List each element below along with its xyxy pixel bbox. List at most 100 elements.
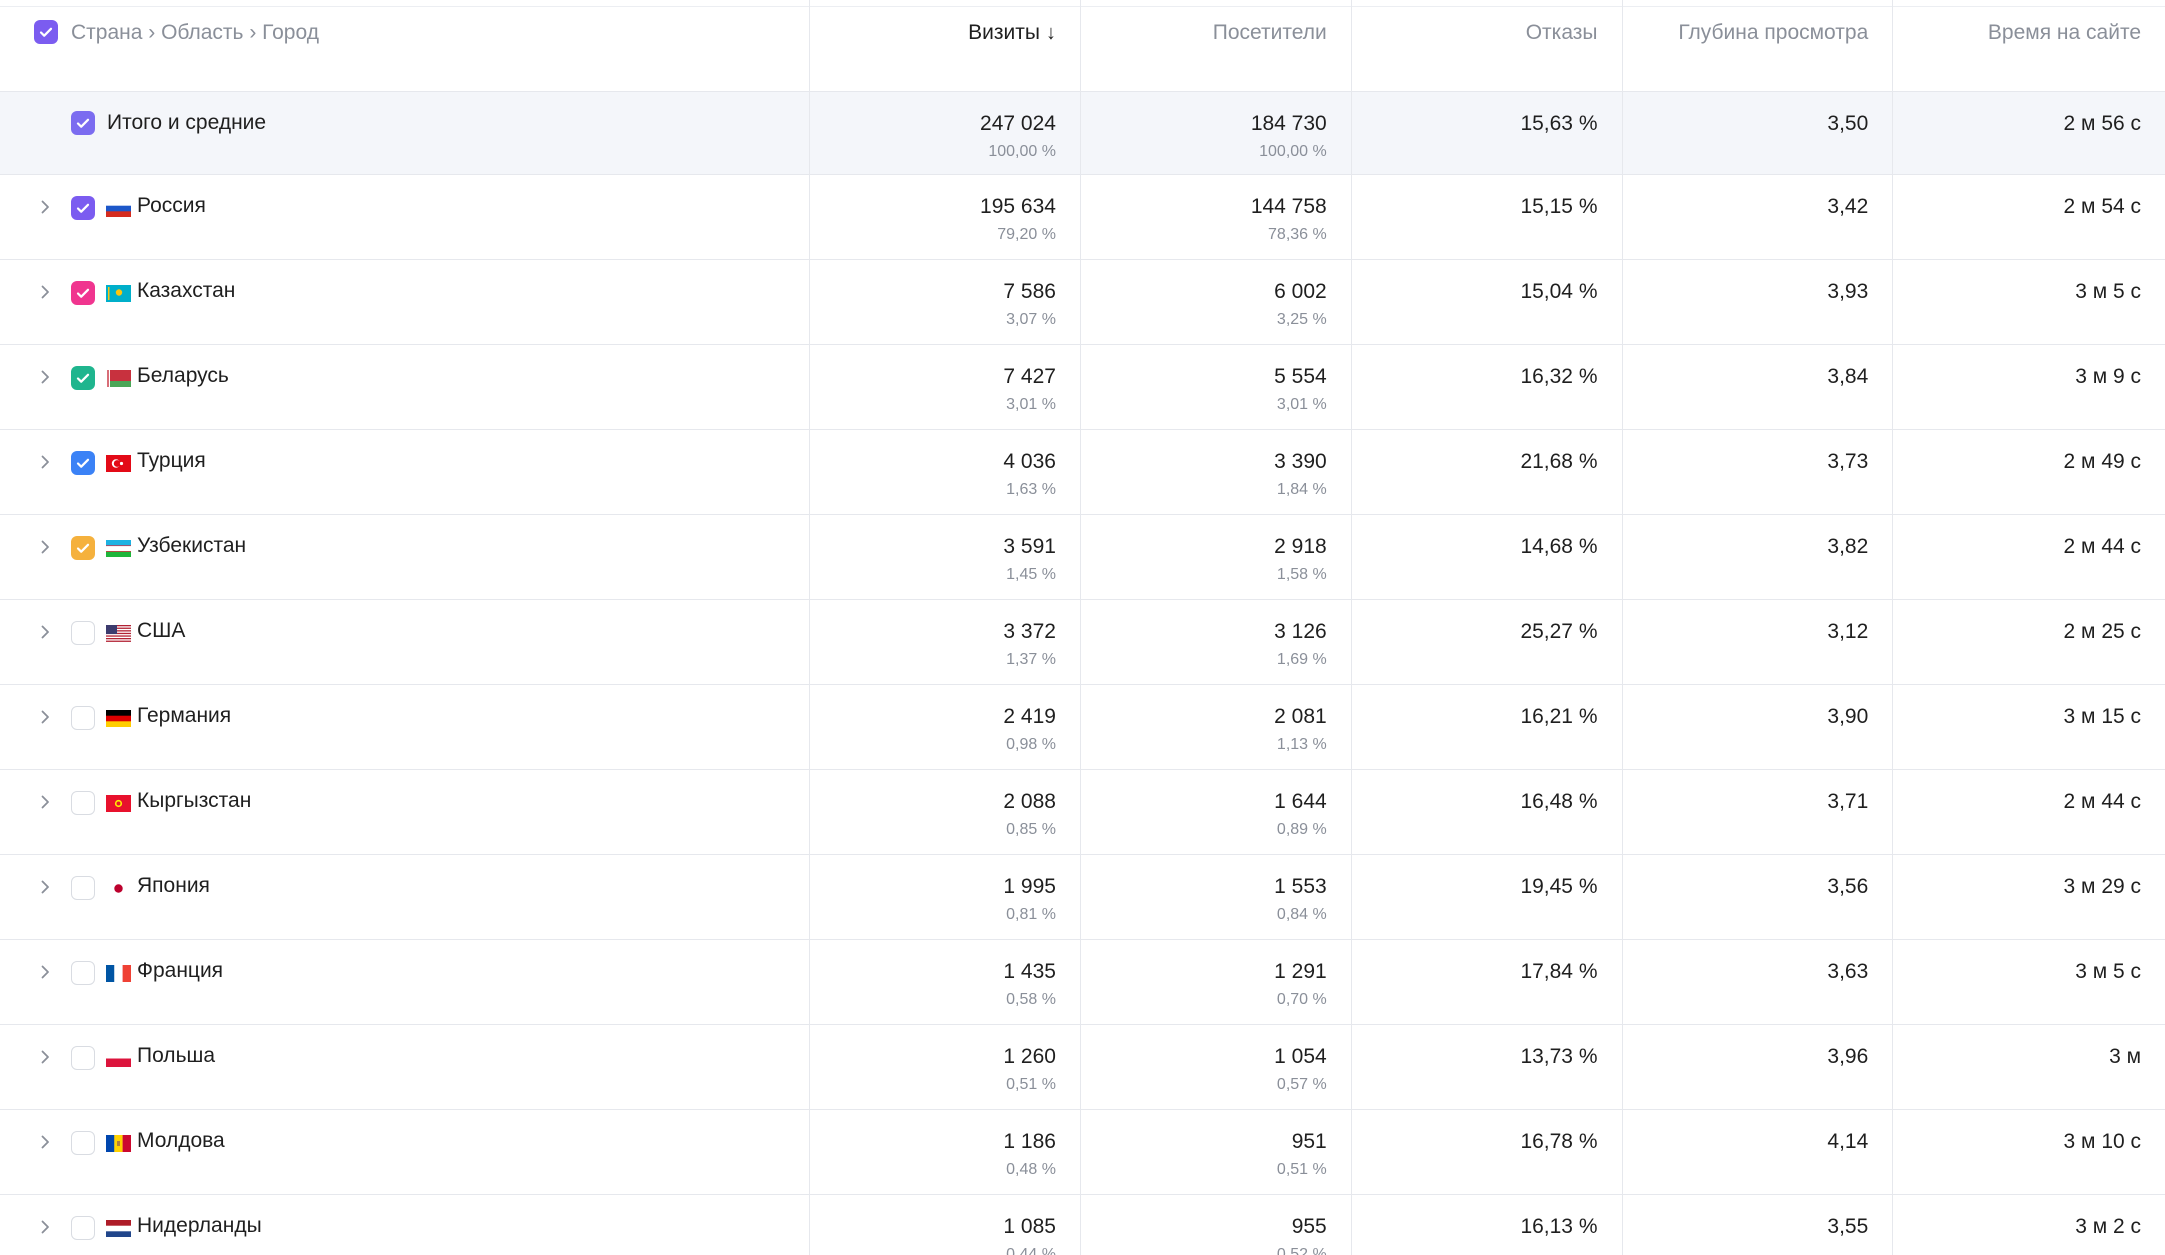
row-checkbox[interactable] — [71, 621, 95, 645]
expand-row-button[interactable] — [36, 878, 56, 898]
table-row[interactable]: Казахстан 7 586 3,07 % 6 002 3,25 % 15,0… — [0, 260, 2165, 345]
visitors-cell: 2 918 1,58 % — [1081, 515, 1352, 599]
time-value: 2 м 56 с — [2063, 112, 2142, 135]
grouping-breadcrumb[interactable]: Страна › Область › Город — [71, 21, 319, 45]
bounce-value: 21,68 % — [1520, 450, 1598, 473]
expand-row-button[interactable] — [36, 1133, 56, 1153]
checkbox-box — [71, 1216, 95, 1240]
chevron-right-icon — [41, 1050, 49, 1064]
table-row[interactable]: Россия 195 634 79,20 % 144 758 78,36 % 1… — [0, 175, 2165, 260]
expand-row-button[interactable] — [36, 963, 56, 983]
row-label[interactable]: Россия — [137, 194, 206, 218]
chevron-right-icon — [41, 880, 49, 894]
expand-row-button[interactable] — [36, 453, 56, 473]
column-header-visits[interactable]: Визиты ↓ — [810, 0, 1081, 91]
visits-value: 247 024 — [980, 112, 1056, 135]
visitors-percent: 1,58 % — [1276, 566, 1327, 583]
table-row[interactable]: Молдова 1 186 0,48 % 951 0,51 % 16,78 % … — [0, 1110, 2165, 1195]
time-value: 2 м 44 с — [2063, 790, 2142, 813]
row-label[interactable]: Кыргызстан — [137, 789, 251, 813]
row-checkbox[interactable] — [71, 1131, 95, 1155]
visitors-cell: 184 730 100,00 % — [1081, 92, 1352, 174]
totals-checkbox[interactable] — [71, 111, 95, 135]
table-row[interactable]: Кыргызстан 2 088 0,85 % 1 644 0,89 % 16,… — [0, 770, 2165, 855]
table-row[interactable]: США 3 372 1,37 % 3 126 1,69 % 25,27 % 3,… — [0, 600, 2165, 685]
visitors-value: 5 554 — [1274, 365, 1327, 388]
table-row[interactable]: Турция 4 036 1,63 % 3 390 1,84 % 21,68 %… — [0, 430, 2165, 515]
expand-row-button[interactable] — [36, 708, 56, 728]
depth-cell: 3,96 — [1623, 1025, 1894, 1109]
table-row[interactable]: Беларусь 7 427 3,01 % 5 554 3,01 % 16,32… — [0, 345, 2165, 430]
table-row[interactable]: Нидерланды 1 085 0,44 % 955 0,52 % 16,13… — [0, 1195, 2165, 1255]
kz-flag-icon — [106, 285, 131, 302]
visitors-percent: 1,13 % — [1276, 736, 1327, 753]
row-checkbox[interactable] — [71, 876, 95, 900]
table-row[interactable]: Франция 1 435 0,58 % 1 291 0,70 % 17,84 … — [0, 940, 2165, 1025]
row-label-cell: Россия — [0, 175, 811, 259]
expand-row-button[interactable] — [36, 623, 56, 643]
visitors-cell: 5 554 3,01 % — [1081, 345, 1352, 429]
expand-row-button[interactable] — [36, 538, 56, 558]
table-row[interactable]: Германия 2 419 0,98 % 2 081 1,13 % 16,21… — [0, 685, 2165, 770]
row-label-cell: Франция — [0, 940, 811, 1024]
visits-cell: 1 186 0,48 % — [810, 1110, 1081, 1194]
row-label[interactable]: Германия — [137, 704, 231, 728]
row-checkbox[interactable] — [71, 706, 95, 730]
expand-row-button[interactable] — [36, 1218, 56, 1238]
depth-cell: 3,84 — [1623, 345, 1894, 429]
visits-cell: 247 024 100,00 % — [810, 92, 1081, 174]
row-label[interactable]: Беларусь — [137, 364, 229, 388]
bounce-cell: 16,32 % — [1352, 345, 1623, 429]
time-cell: 2 м 56 с — [1893, 92, 2165, 174]
column-header-depth[interactable]: Глубина просмотра — [1623, 0, 1894, 91]
row-label[interactable]: Польша — [137, 1044, 215, 1068]
column-header-time[interactable]: Время на сайте — [1893, 0, 2165, 91]
row-checkbox[interactable] — [71, 366, 95, 390]
visits-value: 1 085 — [1003, 1215, 1056, 1238]
row-label[interactable]: Узбекистан — [137, 534, 246, 558]
column-header-bounce[interactable]: Отказы — [1352, 0, 1623, 91]
row-label[interactable]: Франция — [137, 959, 223, 983]
row-label[interactable]: Япония — [137, 874, 210, 898]
expand-row-button[interactable] — [36, 283, 56, 303]
row-label[interactable]: Нидерланды — [137, 1214, 262, 1238]
expand-row-button[interactable] — [36, 198, 56, 218]
expand-row-button[interactable] — [36, 1048, 56, 1068]
time-value: 3 м 15 с — [2063, 705, 2142, 728]
select-all-checkbox[interactable] — [34, 20, 58, 44]
row-checkbox[interactable] — [71, 281, 95, 305]
expand-row-button[interactable] — [36, 793, 56, 813]
row-checkbox[interactable] — [71, 196, 95, 220]
chevron-right-icon — [41, 285, 49, 299]
visitors-cell: 1 054 0,57 % — [1081, 1025, 1352, 1109]
row-label-cell: США — [0, 600, 811, 684]
depth-value: 3,56 — [1827, 875, 1869, 898]
row-label[interactable]: США — [137, 619, 185, 643]
expand-row-button[interactable] — [36, 368, 56, 388]
visits-percent: 3,07 % — [1006, 311, 1056, 328]
table-row[interactable]: Польша 1 260 0,51 % 1 054 0,57 % 13,73 %… — [0, 1025, 2165, 1110]
column-header-visitors[interactable]: Посетители — [1081, 0, 1352, 91]
visitors-percent: 0,57 % — [1276, 1076, 1327, 1093]
table-row[interactable]: Узбекистан 3 591 1,45 % 2 918 1,58 % 14,… — [0, 515, 2165, 600]
row-label[interactable]: Молдова — [137, 1129, 225, 1153]
row-checkbox[interactable] — [71, 451, 95, 475]
bounce-value: 16,13 % — [1520, 1215, 1598, 1238]
column-title: Отказы — [1525, 21, 1598, 44]
visitors-value: 951 — [1291, 1130, 1327, 1153]
by-flag — [106, 370, 131, 387]
row-checkbox[interactable] — [71, 1046, 95, 1070]
row-label[interactable]: Турция — [137, 449, 206, 473]
row-label-cell: Турция — [0, 430, 811, 514]
bounce-cell: 13,73 % — [1352, 1025, 1623, 1109]
row-checkbox[interactable] — [71, 536, 95, 560]
row-checkbox[interactable] — [71, 961, 95, 985]
chevron-right-icon — [41, 540, 49, 554]
time-value: 3 м 10 с — [2063, 1130, 2142, 1153]
row-checkbox[interactable] — [71, 1216, 95, 1240]
row-label-cell: Кыргызстан — [0, 770, 811, 854]
depth-value: 3,96 — [1827, 1045, 1869, 1068]
table-row[interactable]: Япония 1 995 0,81 % 1 553 0,84 % 19,45 %… — [0, 855, 2165, 940]
row-label[interactable]: Казахстан — [137, 279, 235, 303]
row-checkbox[interactable] — [71, 791, 95, 815]
